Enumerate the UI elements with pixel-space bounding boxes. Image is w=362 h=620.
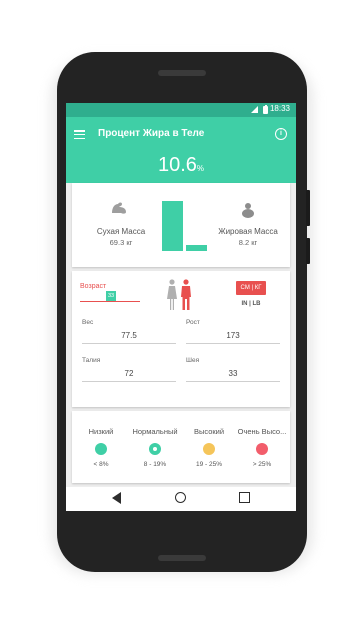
phone-screen: 18:33 Процент Жира в Теле i 10.6% Сухая … [66, 103, 296, 511]
waist-label: Талия [82, 357, 101, 364]
result-header: 10.6% [66, 153, 296, 183]
status-bar: 18:33 [66, 103, 296, 117]
category-name: Высокий [193, 427, 225, 436]
category-normal: Нормальный 8 - 19% [128, 427, 182, 468]
dot-icon [203, 443, 215, 455]
female-icon[interactable] [166, 279, 178, 311]
app-title: Процент Жира в Теле [98, 128, 205, 139]
navigation-bar [66, 487, 296, 511]
menu-icon[interactable] [74, 130, 85, 140]
recents-icon[interactable] [239, 492, 250, 503]
fat-body-icon [242, 203, 254, 218]
inputs-card: Возраст 33 СМ | КГ IN | LB Вес 77.5 Рост… [72, 271, 290, 407]
category-range: 8 - 19% [143, 461, 167, 468]
lean-mass-value: 69.3 кг [109, 238, 133, 247]
weight-underline [82, 343, 176, 344]
lean-mass-bar [162, 201, 183, 251]
body-fat-result: 10.6% [66, 154, 296, 177]
power-button[interactable] [306, 190, 310, 226]
category-high: Высокий 19 - 25% [182, 427, 236, 468]
category-name: Нормальный [132, 427, 178, 436]
neck-underline [186, 381, 280, 382]
fat-mass-value: 8.2 кг [238, 238, 258, 247]
category-range: < 8% [93, 461, 109, 468]
body-fat-value: 10.6 [157, 154, 197, 176]
signal-icon [251, 106, 258, 113]
volume-button[interactable] [306, 238, 310, 264]
category-low: Низкий < 8% [74, 427, 128, 468]
status-time: 18:33 [269, 104, 290, 113]
speaker-top [158, 70, 206, 76]
height-label: Рост [186, 319, 200, 326]
age-label: Возраст [80, 283, 107, 290]
flexed-arm-icon [112, 202, 126, 214]
app-bar: Процент Жира в Теле i [66, 117, 296, 153]
speaker-bottom [158, 555, 206, 561]
category-range: > 25% [252, 461, 272, 468]
mass-card: Сухая Масса 69.3 кг Жировая Масса 8.2 кг [72, 183, 290, 267]
male-icon[interactable] [180, 279, 192, 311]
height-underline [186, 343, 280, 344]
category-very-high: Очень Высо... > 25% [235, 427, 289, 468]
unit-imperial-button[interactable]: IN | LB [236, 301, 266, 307]
waist-underline [82, 381, 176, 382]
dot-icon [256, 443, 268, 455]
categories-card: Низкий < 8% Нормальный 8 - 19% Высокий 1… [72, 411, 290, 483]
unit-metric-button[interactable]: СМ | КГ [236, 281, 266, 295]
category-name: Низкий [88, 427, 114, 436]
waist-field[interactable]: 72 [82, 369, 176, 378]
weight-field[interactable]: 77.5 [82, 331, 176, 340]
battery-icon [263, 104, 268, 114]
fat-mass-bar [186, 245, 207, 251]
height-field[interactable]: 173 [186, 331, 280, 340]
info-icon[interactable]: i [275, 128, 287, 140]
category-range: 19 - 25% [195, 461, 223, 468]
back-icon[interactable] [112, 492, 121, 504]
age-slider[interactable] [80, 301, 140, 302]
age-chip[interactable]: 33 [106, 291, 116, 301]
category-name: Очень Высо... [237, 427, 287, 436]
fat-mass-label: Жировая Масса [218, 227, 278, 236]
body-fat-unit: % [196, 164, 205, 173]
home-icon[interactable] [175, 492, 186, 503]
weight-label: Вес [82, 319, 94, 326]
dot-icon [95, 443, 107, 455]
neck-field[interactable]: 33 [186, 369, 280, 378]
lean-mass-label: Сухая Масса [96, 227, 146, 236]
check-dot-icon [149, 443, 161, 455]
neck-label: Шея [186, 357, 200, 364]
